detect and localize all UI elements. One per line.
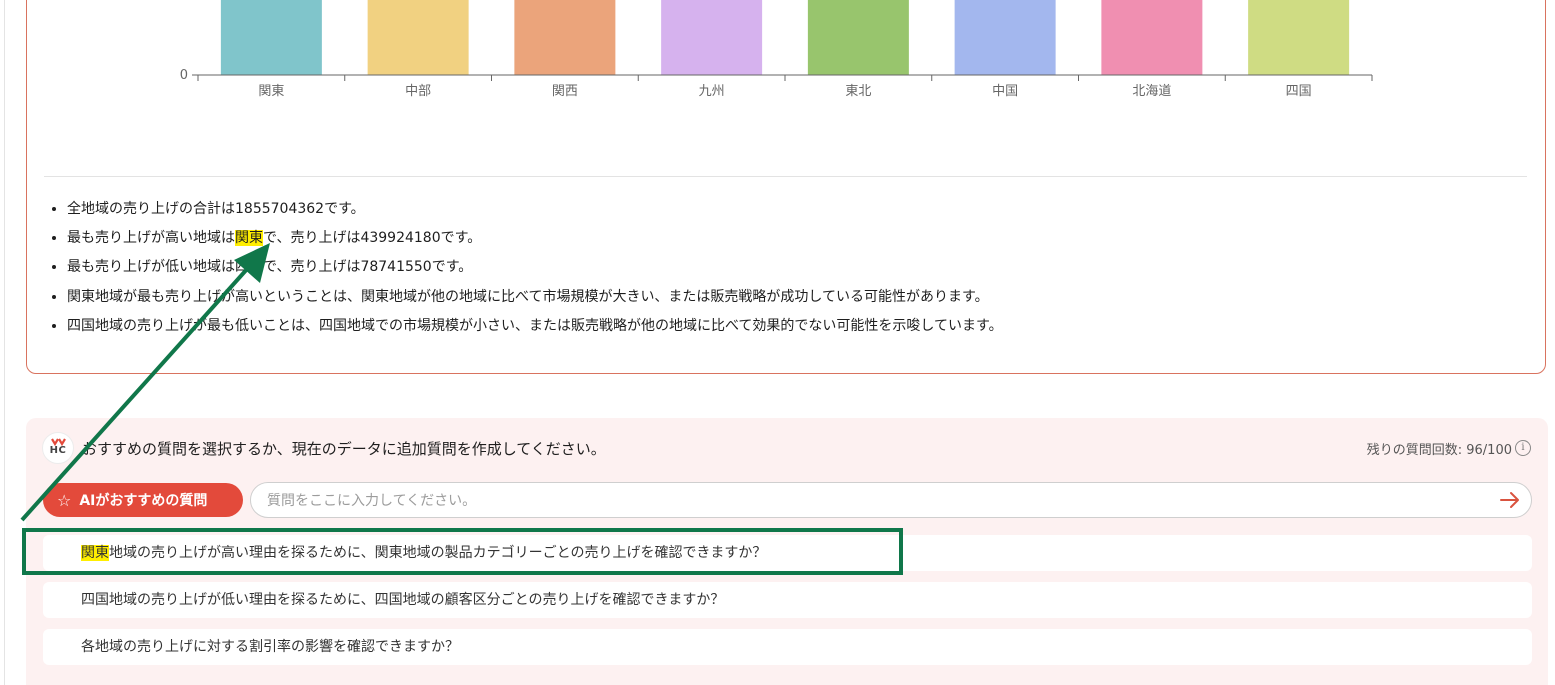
annotation-highlight-box xyxy=(22,528,903,575)
chart-bar xyxy=(1248,0,1350,75)
question-text: 四国地域の売り上げが低い理由を探るために、四国地域の顧客区分ごとの売り上げを確認… xyxy=(81,592,725,608)
x-tick-label: 中部 xyxy=(405,84,431,99)
info-icon[interactable]: i xyxy=(1515,440,1531,456)
x-tick-label: 九州 xyxy=(699,84,725,99)
insight-list: 全地域の売り上げの合計は1855704362です。最も売り上げが高い地域は関東で… xyxy=(46,195,1003,341)
x-tick-label: 関西 xyxy=(552,84,578,99)
hc-logo: HC xyxy=(42,432,74,464)
suggested-question-3[interactable]: 各地域の売り上げに対する割引率の影響を確認できますか？ xyxy=(43,629,1532,665)
insight-item: 関東地域が最も売り上げが高いということは、関東地域が他の地域に比べて市場規模が大… xyxy=(67,283,1003,312)
chart-bar xyxy=(807,0,909,75)
chart-bar xyxy=(514,0,616,75)
logo-text: HC xyxy=(49,445,67,456)
insight-item: 最も売り上げが高い地域は関東で、売り上げは439924180です。 xyxy=(67,224,1003,253)
ai-recommend-label: AIがおすすめの質問 xyxy=(79,493,208,509)
arrow-right-icon[interactable] xyxy=(1499,488,1521,512)
y-tick-label: 0 xyxy=(180,68,188,83)
chart-bar xyxy=(1101,0,1203,75)
insight-text: 四国地域の売り上げが最も低いことは、四国地域での市場規模が小さい、または販売戦略… xyxy=(67,317,1003,334)
insight-text: 最も売り上げが高い地域は xyxy=(67,230,235,247)
insight-highlight: 関東 xyxy=(235,230,263,247)
insight-item: 四国地域の売り上げが最も低いことは、四国地域での市場規模が小さい、または販売戦略… xyxy=(67,312,1003,341)
remaining-count: 残りの質問回数: 96/100 xyxy=(1366,443,1512,458)
x-tick-label: 東北 xyxy=(845,83,871,99)
insight-text: 最も売り上げが低い地域は四国で、売り上げは78741550です。 xyxy=(67,259,473,276)
insight-text: 関東地域が最も売り上げが高いということは、関東地域が他の地域に比べて市場規模が大… xyxy=(67,288,989,305)
question-text: 各地域の売り上げに対する割引率の影響を確認できますか？ xyxy=(81,639,459,655)
question-input[interactable] xyxy=(265,483,1489,519)
chart-bar xyxy=(954,0,1056,75)
question-prompt: おすすめの質問を選択するか、現在のデータに追加質問を作成してください。 xyxy=(82,440,606,458)
x-tick-label: 関東 xyxy=(258,83,284,99)
insight-item: 全地域の売り上げの合計は1855704362です。 xyxy=(67,195,1003,224)
insight-text: 全地域の売り上げの合計は1855704362です。 xyxy=(67,201,365,217)
insight-item: 最も売り上げが低い地域は四国で、売り上げは78741550です。 xyxy=(67,253,1003,282)
divider xyxy=(44,176,1527,177)
chart-bar xyxy=(220,0,322,75)
x-tick-label: 中国 xyxy=(992,84,1018,99)
x-tick-label: 四国 xyxy=(1286,84,1312,99)
question-input-wrapper xyxy=(250,482,1532,519)
chart-bar xyxy=(367,0,469,75)
star-icon: ☆ xyxy=(57,490,72,510)
chart-bar xyxy=(661,0,763,75)
insight-text: で、売り上げは439924180です。 xyxy=(263,230,482,247)
ai-recommend-button[interactable]: ☆ AIがおすすめの質問 xyxy=(43,483,243,517)
bar-chart: 関東 中部 関西 九州 東北 中国 北海道 四国 0 xyxy=(180,0,1373,99)
x-tick-label: 北海道 xyxy=(1132,84,1171,99)
suggested-question-2[interactable]: 四国地域の売り上げが低い理由を探るために、四国地域の顧客区分ごとの売り上げを確認… xyxy=(43,582,1532,618)
